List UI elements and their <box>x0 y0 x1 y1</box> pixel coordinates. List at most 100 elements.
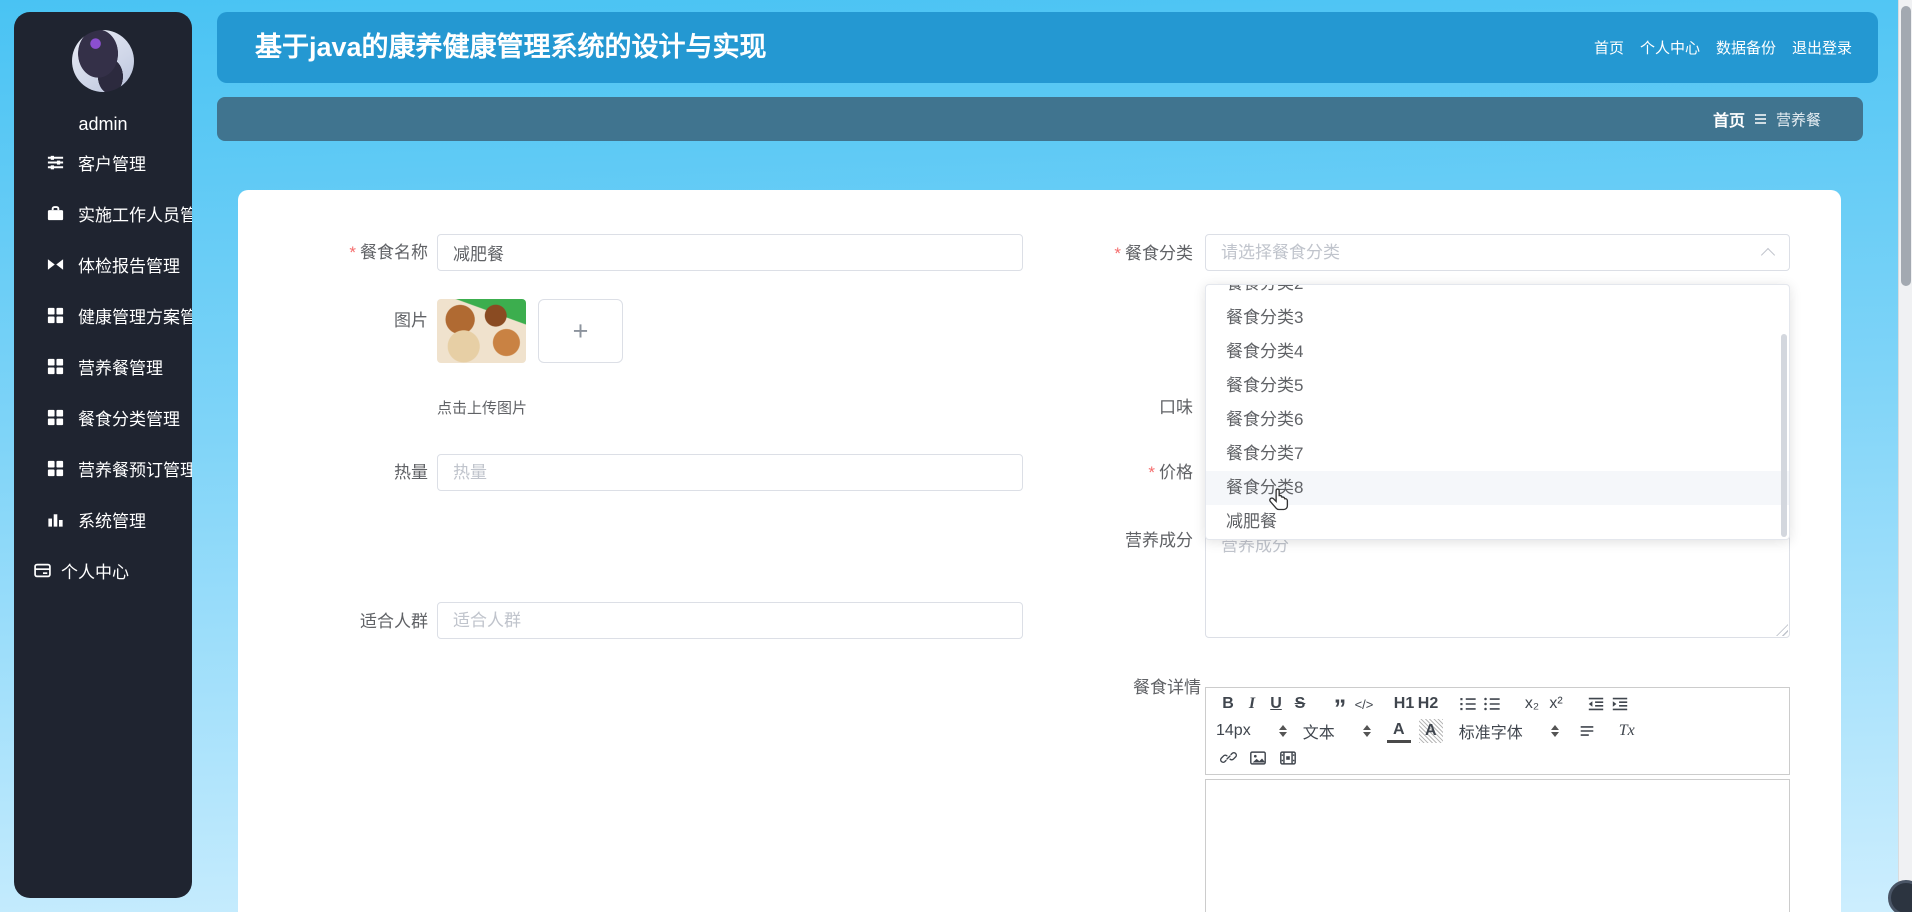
outdent-button[interactable] <box>1584 692 1608 716</box>
page-scrollbar-track[interactable] <box>1898 0 1912 912</box>
category-option[interactable]: 餐食分类6 <box>1206 403 1789 437</box>
sidebar-item-label: 体检报告管理 <box>78 257 180 276</box>
blockquote-button[interactable]: ” <box>1328 692 1352 722</box>
editor-toolbar: B I U S ” </> H1 H2 x₂ x² 14px 文本 A A 标准… <box>1205 687 1790 775</box>
unordered-list-button[interactable] <box>1480 692 1504 716</box>
indent-icon <box>1612 698 1628 711</box>
clear-format-button[interactable]: Tx <box>1615 719 1639 743</box>
toolbar-row-1: B I U S ” </> H1 H2 x₂ x² <box>1216 691 1779 722</box>
meal-name-input[interactable] <box>437 234 1023 271</box>
sidebar-item-meal-management[interactable]: 营养餐管理 <box>14 341 192 392</box>
category-option[interactable]: 餐食分类4 <box>1206 335 1789 369</box>
sidebar-item-staff-management[interactable]: 实施工作人员管理 <box>14 188 192 239</box>
font-size-select[interactable]: 14px <box>1216 719 1251 743</box>
app-root: admin 客户管理 实施工作人员管理 体检报告管理 <box>0 0 1912 912</box>
report-icon <box>46 255 65 274</box>
sidebar-item-checkup-report-management[interactable]: 体检报告管理 <box>14 239 192 290</box>
category-option[interactable]: 餐食分类2 <box>1206 285 1789 301</box>
sidebar-item-health-plan-management[interactable]: 健康管理方案管理 <box>14 290 192 341</box>
nav-data-backup[interactable]: 数据备份 <box>1716 37 1776 58</box>
sidebar-item-label: 个人中心 <box>61 563 129 582</box>
hamburger-separator-icon <box>1754 114 1766 124</box>
sidebar-item-label: 系统管理 <box>78 512 146 531</box>
header: 基于java的康养健康管理系统的设计与实现 首页 个人中心 数据备份 退出登录 <box>217 12 1878 83</box>
sidebar-item-meal-category-management[interactable]: 餐食分类管理 <box>14 392 192 443</box>
sidebar: admin 客户管理 实施工作人员管理 体检报告管理 <box>14 12 192 898</box>
font-family-select[interactable]: 标准字体 <box>1459 719 1523 743</box>
category-option[interactable]: 减肥餐 <box>1206 505 1789 539</box>
sidebar-item-system-management[interactable]: 系统管理 <box>14 494 192 545</box>
bar-chart-icon <box>46 510 65 529</box>
nav-profile[interactable]: 个人中心 <box>1640 37 1700 58</box>
subscript-button[interactable]: x₂ <box>1520 692 1544 716</box>
category-select[interactable] <box>1205 234 1790 271</box>
text-format-select[interactable]: 文本 <box>1303 719 1335 743</box>
unordered-list-icon <box>1484 698 1500 711</box>
nav-logout[interactable]: 退出登录 <box>1792 37 1852 58</box>
updown-arrows-icon[interactable] <box>1362 724 1371 737</box>
upload-tip: 点击上传图片 <box>437 400 528 417</box>
highlight-color-button[interactable]: A <box>1418 718 1443 743</box>
insert-video-button[interactable] <box>1276 746 1300 770</box>
page-title: 基于java的康养健康管理系统的设计与实现 <box>255 32 767 62</box>
updown-arrows-icon[interactable] <box>1278 724 1287 737</box>
sidebar-item-customer-management[interactable]: 客户管理 <box>14 137 192 188</box>
underline-button[interactable]: U <box>1264 692 1288 716</box>
code-button[interactable]: </> <box>1352 692 1376 716</box>
dropdown-scrollbar-thumb[interactable] <box>1781 334 1787 537</box>
grid-icon <box>46 357 65 376</box>
card-icon <box>33 561 52 580</box>
breadcrumb: 首页 营养餐 <box>217 97 1863 141</box>
crowd-label: 适合人群 <box>360 612 428 631</box>
sidebar-item-meal-booking-management[interactable]: 营养餐预订管理 <box>14 443 192 494</box>
category-label: * 餐食分类 <box>1114 244 1193 263</box>
image-upload-button[interactable]: + <box>538 299 623 363</box>
category-option[interactable]: 餐食分类5 <box>1206 369 1789 403</box>
category-option[interactable]: 餐食分类7 <box>1206 437 1789 471</box>
sidebar-item-profile[interactable]: 个人中心 <box>14 545 192 596</box>
heading2-button[interactable]: H2 <box>1416 692 1440 716</box>
floating-widget[interactable] <box>1888 880 1912 912</box>
line-height-button[interactable] <box>1575 719 1599 743</box>
link-icon <box>1219 752 1237 764</box>
ordered-list-icon <box>1460 698 1476 711</box>
updown-arrows-icon[interactable] <box>1550 724 1559 737</box>
font-color-button[interactable]: A <box>1386 719 1411 743</box>
indent-button[interactable] <box>1608 692 1632 716</box>
strikethrough-button[interactable]: S <box>1288 692 1312 716</box>
meal-photo-thumbnail[interactable] <box>437 299 526 363</box>
ordered-list-button[interactable] <box>1456 692 1480 716</box>
grid-icon <box>46 408 65 427</box>
line-height-icon <box>1580 726 1594 736</box>
crowd-input[interactable] <box>437 602 1023 639</box>
bold-button[interactable]: B <box>1216 692 1240 716</box>
nav-home[interactable]: 首页 <box>1594 37 1624 58</box>
toolbar-row-2: 14px 文本 A A 标准字体 Tx <box>1216 718 1779 744</box>
editor-content-area[interactable] <box>1205 779 1790 912</box>
sidebar-item-label: 客户管理 <box>78 155 146 174</box>
category-option[interactable]: 餐食分类3 <box>1206 301 1789 335</box>
sliders-icon <box>46 153 65 172</box>
taste-label: 口味 <box>1159 398 1193 417</box>
superscript-button[interactable]: x² <box>1544 692 1568 716</box>
outdent-icon <box>1588 698 1604 711</box>
category-option-hovered[interactable]: 餐食分类8 <box>1206 471 1789 505</box>
calories-label: 热量 <box>394 463 428 482</box>
plus-icon: + <box>572 315 589 346</box>
italic-button[interactable]: I <box>1240 692 1264 716</box>
grid-icon <box>46 306 65 325</box>
required-mark: * <box>1114 244 1121 263</box>
image-label: 图片 <box>394 311 428 330</box>
heading1-button[interactable]: H1 <box>1392 692 1416 716</box>
calories-input[interactable] <box>437 454 1023 491</box>
page-scrollbar-thumb[interactable] <box>1901 6 1911 286</box>
sidebar-item-label: 健康管理方案管理 <box>78 308 192 327</box>
sidebar-item-label: 营养餐管理 <box>78 359 163 378</box>
link-button[interactable] <box>1216 746 1240 770</box>
breadcrumb-home[interactable]: 首页 <box>1713 107 1745 131</box>
insert-image-button[interactable] <box>1246 746 1270 770</box>
breadcrumb-current: 营养餐 <box>1775 111 1821 129</box>
meal-name-label: * 餐食名称 <box>349 243 428 262</box>
sidebar-item-label: 营养餐预订管理 <box>78 461 192 480</box>
price-label: * 价格 <box>1148 463 1193 482</box>
